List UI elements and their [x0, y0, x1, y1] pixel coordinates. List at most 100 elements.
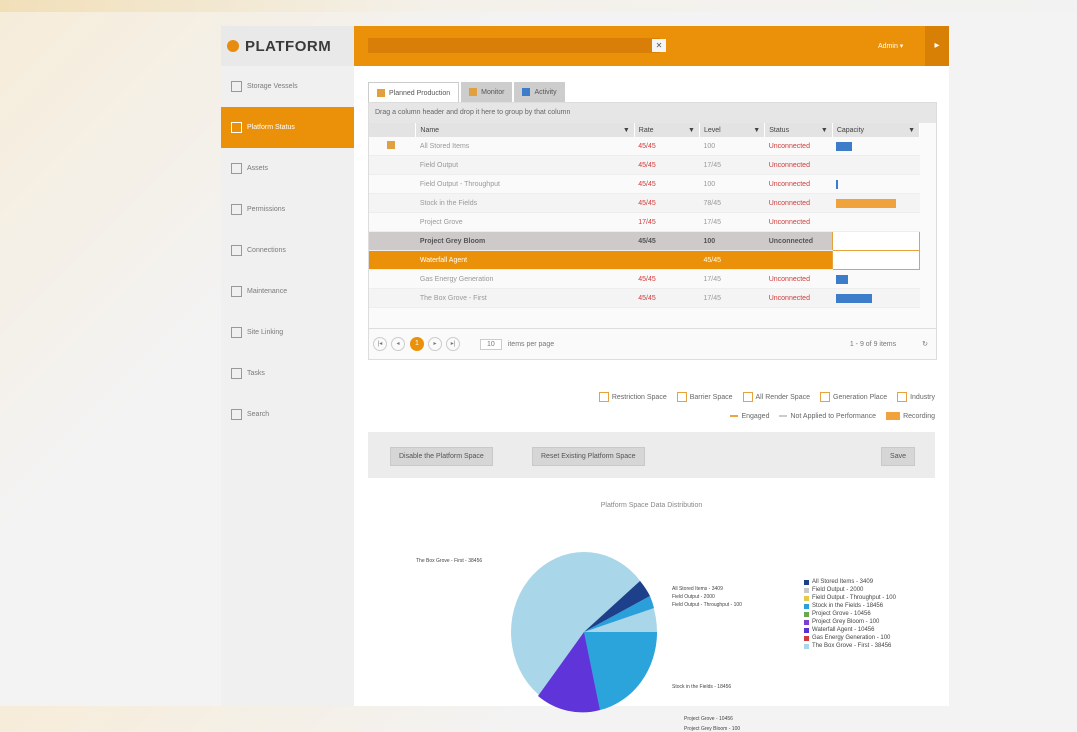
prev-page-icon[interactable]: ◂	[391, 337, 405, 351]
filter-icon[interactable]: ▼	[908, 127, 915, 134]
table-row[interactable]: Project Grove 17/45 17/45 Unconnected	[369, 212, 920, 232]
row-expander[interactable]	[369, 250, 416, 270]
table-row[interactable]: Project Grey Bloom 45/45 100 Unconnected	[369, 231, 921, 251]
sidebar-item-permissions[interactable]: Permissions	[221, 189, 354, 230]
cell-capacity	[832, 212, 920, 232]
disable-platform-space-button[interactable]: Disable the Platform Space	[390, 447, 493, 466]
pie-legend-item: All Stored Items - 3409	[804, 578, 896, 586]
cell-name: Project Grey Bloom	[415, 231, 635, 251]
user-menu[interactable]: Admin ▾	[878, 42, 903, 50]
grid-col-rate[interactable]: Rate ▼	[634, 123, 700, 137]
pie-legend: All Stored Items - 3409 Field Output - 20…	[804, 578, 896, 650]
pie-legend-label: All Stored Items - 3409	[812, 579, 874, 585]
tab-monitor[interactable]: Monitor	[461, 82, 513, 102]
page-size-select[interactable]: 10	[480, 338, 502, 350]
pie-legend-item: Waterfall Agent - 10456	[804, 626, 896, 634]
table-row[interactable]: Field Output 45/45 17/45 Unconnected	[369, 155, 920, 175]
nav-icon	[231, 245, 242, 256]
top-header: ✕ Admin ▾ ▸	[354, 26, 949, 66]
sidebar-item-search[interactable]: Search	[221, 394, 354, 435]
nav-icon	[231, 122, 242, 133]
filter-icon[interactable]: ▼	[688, 127, 695, 134]
filter-icon[interactable]: ▼	[821, 127, 828, 134]
legend-label: Generation Place	[833, 393, 888, 401]
reset-platform-space-button[interactable]: Reset Existing Platform Space	[532, 447, 645, 466]
column-label: Status	[769, 126, 790, 134]
legend-swatch	[820, 392, 830, 402]
table-row[interactable]: Stock in the Fields 45/45 78/45 Unconnected	[369, 193, 920, 213]
legend-dot	[804, 595, 809, 601]
table-row[interactable]: All Stored Items 45/45 100 Unconnected	[369, 137, 920, 156]
grid-col-name[interactable]: Name ▼	[415, 123, 635, 137]
status-legend-secondary: Engaged Not Applied to Performance Recordi…	[720, 412, 935, 420]
capacity-bar	[836, 198, 897, 208]
table-row[interactable]: Waterfall Agent 45/45	[369, 250, 921, 270]
table-row[interactable]: Field Output - Throughput 45/45 100 Unconne…	[369, 174, 920, 194]
legend-dot	[804, 603, 809, 609]
last-page-icon[interactable]: ▸|	[446, 337, 460, 351]
legend-label: Barrier Space	[689, 393, 733, 401]
legend-label: Not Applied to Performance	[790, 412, 877, 420]
legend-swatch	[779, 415, 788, 417]
search-input[interactable]: ✕	[368, 38, 666, 53]
filter-icon[interactable]: ▼	[623, 127, 630, 134]
refresh-icon[interactable]: ↻	[922, 340, 928, 348]
sidebar-item-site-linking[interactable]: Site Linking	[221, 312, 354, 353]
legend-dot	[804, 587, 809, 593]
filter-icon[interactable]: ▼	[753, 127, 760, 134]
legend-swatch	[598, 392, 609, 402]
row-expander[interactable]	[369, 269, 416, 289]
save-button[interactable]: Save	[881, 447, 915, 466]
sidebar-item-assets[interactable]: Assets	[221, 148, 354, 189]
cell-capacity	[832, 137, 920, 156]
row-expander[interactable]	[369, 137, 416, 156]
sidebar-item-connections[interactable]: Connections	[221, 230, 354, 271]
row-expander[interactable]	[369, 193, 416, 213]
main-content: Planned Production Monitor Activity Drag a…	[354, 66, 949, 732]
tab-planned-production[interactable]: Planned Production	[368, 82, 460, 103]
table-row[interactable]: The Box Grove - First 45/45 17/45 Unconnect…	[369, 288, 920, 308]
column-label: Capacity	[836, 126, 865, 134]
pie-callout-label: Field Output - Throughput - 100	[672, 602, 742, 608]
pie-legend-item: Project Grove - 10456	[804, 610, 896, 618]
cell-name: All Stored Items	[415, 137, 635, 156]
sidebar-item-storage-vessels[interactable]: Storage Vessels	[221, 66, 354, 107]
nav-icon	[231, 81, 242, 92]
cell-rate: 45/45	[634, 137, 700, 156]
sidebar-item-tasks[interactable]: Tasks	[221, 353, 354, 394]
sidebar-item-label: Tasks	[247, 370, 265, 377]
page-current[interactable]: 1	[410, 337, 424, 351]
cell-name: Field Output	[415, 155, 635, 175]
search-icon[interactable]: ✕	[652, 39, 666, 52]
sidebar-item-platform-status[interactable]: Platform Status	[221, 107, 354, 148]
row-expander[interactable]	[369, 155, 416, 175]
pie-legend-item: Field Output - Throughput - 100	[804, 594, 896, 602]
cell-level: 100	[699, 137, 765, 156]
legend-swatch	[676, 392, 687, 402]
pie-legend-label: Project Grey Bloom - 100	[812, 619, 880, 625]
chart-title: Platform Space Data Distribution	[600, 502, 703, 509]
cell-level: 17/45	[699, 288, 765, 308]
tab-activity[interactable]: Activity	[514, 82, 565, 102]
legend-dot	[804, 611, 809, 617]
sidebar-item-label: Storage Vessels	[247, 83, 298, 90]
sidebar-item-maintenance[interactable]: Maintenance	[221, 271, 354, 312]
pie-legend-item: Gas Energy Generation - 100	[804, 634, 896, 642]
grid-col-capacity[interactable]: Capacity ▼	[832, 123, 921, 137]
pie-legend-item: Field Output - 2000	[804, 586, 896, 594]
row-expander[interactable]	[369, 212, 416, 232]
row-expander[interactable]	[369, 231, 416, 251]
grid-col-status[interactable]: Status ▼	[764, 123, 833, 137]
grid-col-level[interactable]: Level ▼	[699, 123, 766, 137]
row-expander[interactable]	[369, 288, 416, 308]
nav-icon	[231, 409, 242, 420]
pie-legend-label: Gas Energy Generation - 100	[812, 635, 891, 641]
row-expander[interactable]	[369, 174, 416, 194]
cell-rate: 45/45	[634, 231, 700, 251]
cell-rate	[634, 250, 700, 270]
next-page-icon[interactable]: ▸	[428, 337, 442, 351]
group-drop-area[interactable]: Drag a column header and drop it here to…	[369, 103, 936, 123]
menu-icon[interactable]: ▸	[925, 26, 949, 66]
first-page-icon[interactable]: |◂	[373, 337, 387, 351]
table-row[interactable]: Gas Energy Generation 45/45 17/45 Unconnect…	[369, 269, 920, 289]
